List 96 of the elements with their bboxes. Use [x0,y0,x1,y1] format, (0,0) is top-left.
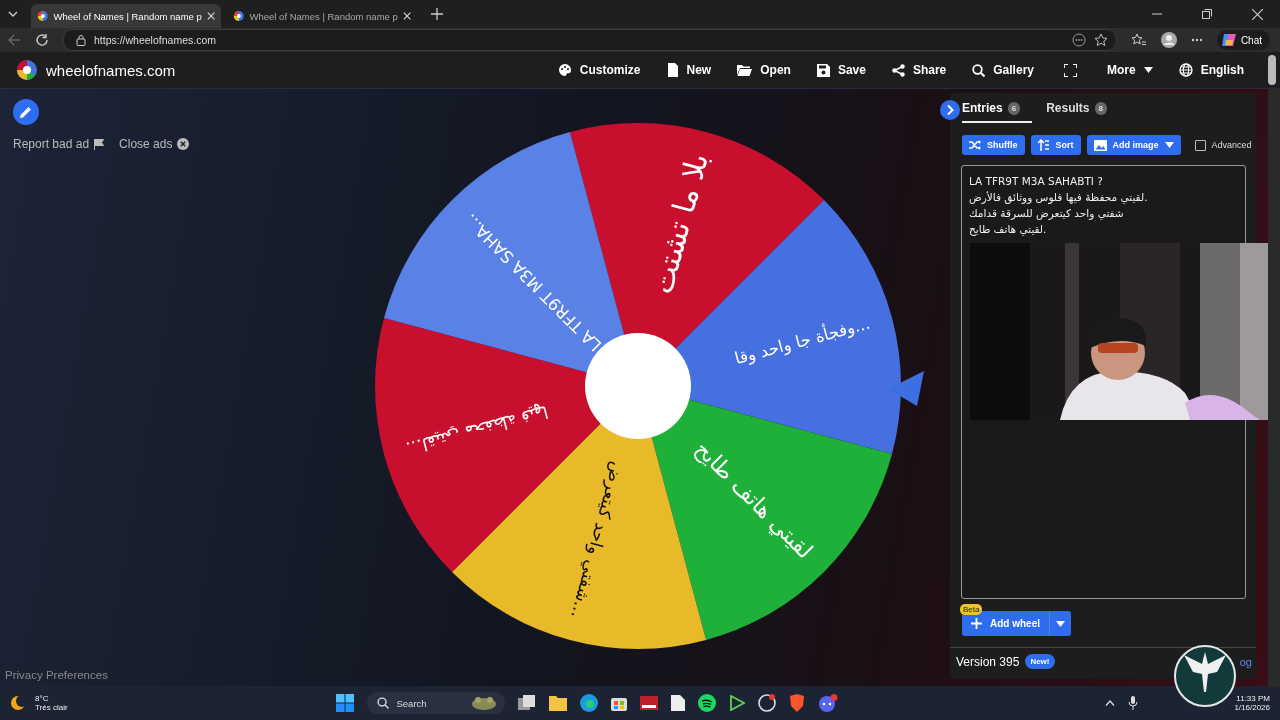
language-button[interactable]: English [1168,63,1254,77]
start-icon[interactable] [335,694,354,712]
flag-icon [94,138,105,150]
save-icon [816,63,830,77]
app-icon[interactable] [639,696,658,710]
slice-label: شفتي واحد كيتعرض... [567,459,629,621]
share-icon [891,63,905,77]
browser-tab[interactable]: Wheel of Names | Random name p [227,4,417,28]
privacy-link[interactable]: Privacy Preferences [5,669,200,681]
fullscreen-icon[interactable] [1064,63,1077,77]
new-tab-icon[interactable] [431,8,443,20]
report-ad-link[interactable]: Report bad ad [13,137,105,151]
palette-icon [557,63,572,77]
shield-icon[interactable] [788,694,805,712]
scrollbar-track[interactable] [1268,89,1280,687]
edit-button[interactable] [13,99,39,125]
music-app-icon[interactable] [697,694,716,712]
folder-icon[interactable] [548,695,567,711]
entry-line: لقيتي محفظة فيها فلوس ووثائق فالأرض. [969,190,1149,204]
shuffle-icon [969,140,981,150]
caret-icon [1143,67,1153,73]
close-ads-link[interactable]: Close ads [119,137,190,151]
panel-tab[interactable]: Results 8 [1046,97,1119,123]
browser-icon[interactable] [579,694,598,712]
pointer-icon [888,371,924,406]
temperature-label: 8°C [35,694,50,703]
caret-icon [1056,620,1065,627]
weather-label: Très clair [35,703,68,712]
store-icon[interactable] [610,695,627,711]
favicon-icon [37,9,49,23]
microphone-icon[interactable] [1128,696,1139,710]
slice-label: وفجأة جا واحد وقا... [732,313,872,369]
search-field[interactable]: Search [366,692,505,714]
new-badge: New! [1025,654,1055,669]
add-wheel-button[interactable]: Add wheel [962,611,1049,637]
logo-icon[interactable] [16,59,38,81]
file-icon [666,63,679,77]
close-icon[interactable] [1252,8,1263,20]
document-icon[interactable] [670,695,685,711]
slice-label: لقيتي هاتف طايح [690,436,818,564]
task-view-icon[interactable] [517,695,536,711]
search-icon [972,63,986,77]
menu-button[interactable]: Gallery [962,63,1044,77]
changelog-link[interactable]: og [1239,655,1252,668]
close-icon[interactable] [402,11,411,21]
folder-icon [737,64,753,76]
chat-app-icon[interactable] [817,694,838,712]
menu-button[interactable]: Save [806,63,876,77]
clock-time[interactable]: 11:33 PM [1236,694,1270,703]
reader-icon[interactable] [1071,33,1086,47]
collapse-icon[interactable] [940,100,960,120]
lock-icon [76,34,86,46]
profile-icon[interactable] [1160,32,1177,48]
slice-label: لقيتي محفظة فيها... [403,401,551,459]
plus-icon [971,618,982,630]
search-icon [376,697,389,709]
dropdown-button[interactable] [1049,611,1071,637]
menu-button[interactable]: Open [727,63,801,77]
back-icon[interactable] [7,33,21,47]
restore-icon[interactable] [1202,9,1212,19]
pencil-icon [20,106,32,118]
more-icon[interactable] [1190,38,1203,42]
image-icon [1093,139,1107,151]
menu-button[interactable]: Share [881,63,957,77]
menu-button[interactable]: New [656,63,722,77]
toolbar-button[interactable]: Shuffle [962,135,1025,155]
star-icon[interactable] [1093,33,1108,47]
favorites-icon[interactable] [1130,33,1147,47]
chevron-up-icon[interactable] [1105,700,1116,706]
caret-icon [1164,142,1174,148]
version-label: Version 395 [956,654,1020,669]
play-icon[interactable] [728,695,745,711]
more-menu-button[interactable]: More [1097,63,1163,77]
browser-tab[interactable]: Wheel of Names | Random name p [31,4,221,28]
toolbar-button[interactable]: Add image [1086,135,1181,155]
toolbar-button[interactable]: Sort [1030,135,1081,155]
beta-badge: Beta [960,604,983,616]
close-icon[interactable] [206,11,215,21]
menu-button[interactable]: Customize [547,63,651,77]
scrollbar-thumb[interactable] [1268,55,1276,85]
slice-label: بلا ما تشتت [643,149,716,298]
entry-line: شفتي واحد كيتعرض للسرقة قدامك [969,206,1125,220]
favicon-icon [233,9,245,23]
entry-line: LA TFR9T M3A SAHABTI ? [969,174,1104,188]
panel-tab[interactable]: Entries 6 [962,97,1033,123]
refresh-icon[interactable] [35,33,49,47]
sort-icon [1037,139,1050,151]
entry-line: لقيتي هاتف طايح. [969,222,1048,236]
address-field[interactable]: https://wheelofnames.com [63,29,1117,51]
close-icon [177,138,190,150]
clock-date[interactable]: 1/16/2026 [1234,703,1270,712]
advanced-checkbox[interactable]: Advanced [1194,139,1252,151]
copilot-icon [1220,32,1237,48]
chat-button[interactable]: Chat [1216,30,1270,50]
site-brand[interactable]: wheelofnames.com [46,61,176,79]
globe-icon [1178,63,1193,77]
